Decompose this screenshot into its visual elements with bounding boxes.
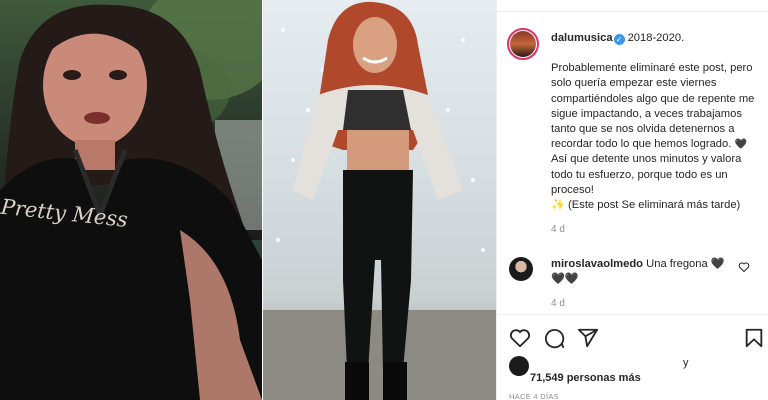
liked-by-conjunction: y — [683, 357, 689, 369]
photo-after-illustration — [263, 1, 496, 400]
sparkle-emoji: ✨ — [551, 199, 565, 212]
post-media[interactable]: Pretty Mess — [0, 0, 496, 400]
instagram-post: Pretty Mess dalumusica ✓ 2018-2020. Prob… — [0, 0, 768, 400]
post-header — [497, 0, 768, 12]
caption-title: 2018-2020. — [627, 32, 685, 44]
caption-text-part1: Probablemente eliminaré este post, pero … — [551, 62, 755, 151]
actions-divider — [497, 314, 768, 315]
comment-icon[interactable] — [543, 327, 565, 349]
owner-avatar[interactable] — [507, 28, 539, 60]
owner-username[interactable]: dalumusica — [551, 32, 613, 44]
comment-timestamp[interactable]: 4 d — [551, 298, 565, 309]
liker-avatar[interactable] — [509, 356, 529, 376]
commenter-username[interactable]: miroslavaolmedo — [551, 258, 643, 270]
caption-text-part3: (Este post Se eliminará más tarde) — [564, 199, 741, 212]
likes-count[interactable]: 71,549 personas más — [530, 372, 641, 384]
verified-badge-icon: ✓ — [613, 34, 625, 45]
caption-header: dalumusica ✓ 2018-2020. — [551, 31, 761, 46]
photo-after — [263, 0, 496, 400]
post-caption: dalumusica ✓ 2018-2020. Probablemente elim… — [551, 31, 761, 213]
caption-timestamp[interactable]: 4 d — [551, 224, 565, 235]
share-icon[interactable] — [577, 327, 599, 349]
bookmark-icon[interactable] — [743, 327, 765, 349]
like-heart-icon[interactable] — [509, 327, 531, 349]
black-heart-emoji: 🖤 — [734, 139, 747, 151]
comment-text: Una fregona — [646, 258, 708, 270]
commenter-avatar[interactable] — [509, 257, 533, 281]
liked-by-section: y 71,549 personas más — [509, 356, 759, 388]
photo-before-illustration: Pretty Mess — [0, 0, 262, 400]
comment-item: miroslavaolmedo Una fregona 🖤 🖤🖤 — [551, 257, 731, 287]
caption-text-part2: Así que detente unos minutos y valora to… — [551, 153, 742, 196]
owner-avatar-image — [510, 31, 536, 57]
posted-ago: HACE 4 DÍAS — [509, 392, 559, 400]
comment-like-heart-icon[interactable] — [738, 261, 750, 273]
photo-before: Pretty Mess — [0, 0, 262, 400]
post-details-panel: dalumusica ✓ 2018-2020. Probablemente elim… — [496, 0, 768, 400]
caption-body: Probablemente eliminaré este post, pero … — [551, 61, 761, 213]
